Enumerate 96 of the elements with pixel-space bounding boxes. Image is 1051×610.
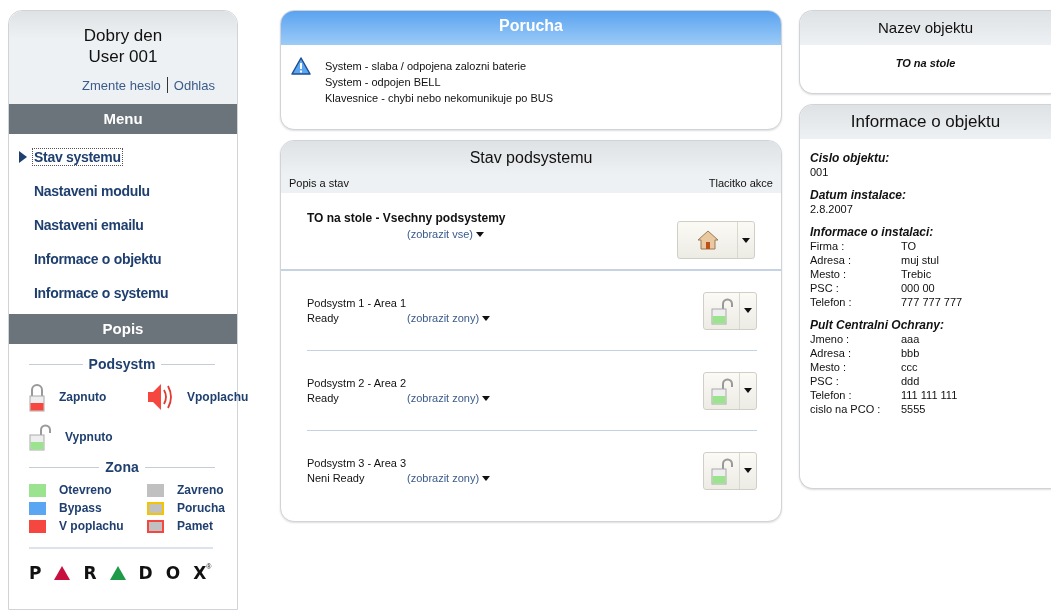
info-label: Firma : [810,239,846,253]
info-heading: Informace o instalaci: [810,225,935,239]
legend-header: Popis [9,314,237,344]
info-value: ccc [901,360,919,374]
arm-button[interactable] [703,451,757,490]
user-name: User 001 [88,46,158,67]
logo-letter: X [193,563,207,583]
legend-label: Vpoplachu [187,390,249,404]
info-value: bbb [901,346,921,360]
greeting-text: Dobry den [83,25,163,46]
info-value: 111 111 111 [901,388,959,402]
info-value: 777 777 777 [901,295,964,309]
object-name: TO na stole [894,56,957,69]
info-value: ddd [901,374,921,388]
open-padlock-icon [710,376,733,405]
subsystem-status: Ready [307,392,340,404]
show-zones-link[interactable]: (zobrazit zony) [407,392,491,404]
caret-icon [476,231,485,237]
show-zones-link[interactable]: (zobrazit zony) [407,472,491,484]
info-value: TO [901,239,918,253]
menu-item[interactable]: Informace o objektu [33,251,163,267]
column-header: Popis a stav [289,177,349,189]
object-name-title: Nazev objektu [800,11,1051,45]
arm-button[interactable] [703,371,757,410]
info-label: cislo na PCO : [810,402,882,416]
info-heading: Datum instalace: [810,188,908,202]
info-value: aaa [901,332,921,346]
trouble-message: Klavesnice - chybi nebo nekomunikuje po BUS [325,91,554,106]
open-padlock-icon [710,456,733,485]
open-padlock-icon [29,422,51,451]
info-value: 000 00 [901,281,936,295]
arm-button[interactable] [703,291,757,330]
legend-label: Porucha [177,501,225,515]
padlock-icon [29,382,45,412]
header-link[interactable]: Odhlas [173,77,215,93]
menu-item[interactable]: Nastaveni modulu [33,183,151,199]
caret-icon [744,308,752,313]
menu-item[interactable]: Informace o systemu [33,285,170,301]
subsystem-name: Podsystm 2 - Area 2 [307,377,408,389]
info-label: Telefon : [810,388,853,402]
show-zones-link[interactable]: (zobrazit zony) [407,312,491,324]
info-label: Adresa : [810,346,852,360]
header-link[interactable]: Zmente heslo [82,77,161,93]
menu-header: Menu [9,104,237,134]
trouble-message: System - odpojen BELL [325,75,442,90]
caret-icon [744,388,752,393]
legend-label: Bypass [59,501,102,515]
warning-icon [291,57,311,75]
caret-icon [482,315,491,321]
subsystem-status: Ready [307,312,340,324]
legend-label: Zapnuto [59,390,107,404]
subsystem-status: Neni Ready [307,472,366,484]
subsystem-title: Stav podsystemu [281,141,781,175]
trouble-title: Porucha [281,11,781,45]
info-value: 001 [810,165,830,179]
caret-icon [482,475,491,481]
menu-item[interactable]: Nastaveni emailu [33,217,145,233]
legend-label: Zavreno [177,483,224,497]
info-label: Jmeno : [810,332,851,346]
info-label: PSC : [810,374,840,388]
legend-label: Vypnuto [65,429,113,444]
caret-icon [742,237,750,243]
logo-letter: O [165,563,181,583]
legend-label: Pamet [177,519,214,533]
caret-icon [744,468,752,473]
logo-letter: P [29,563,42,583]
legend-label: V poplachu [59,519,124,533]
info-value: 2.8.2007 [810,202,854,216]
legend-section-title: Podsystm [88,356,156,372]
house-icon [696,230,719,250]
menu-item[interactable]: Stav systemu [33,149,122,165]
subsystem-name: TO na stole - Vsechny podsystemy [307,211,506,225]
trouble-message: System - slaba / odpojena zalozni baterie [325,59,528,74]
action-button[interactable] [677,221,755,259]
column-header: Tlacitko akce [708,177,773,189]
subsystem-name: Podsystm 1 - Area 1 [307,297,408,309]
subsystem-name: Podsystm 3 - Area 3 [307,457,408,469]
object-info-title: Informace o objektu [800,105,1051,139]
info-label: Telefon : [810,295,853,309]
info-value: 5555 [901,402,927,416]
logo-letter: D [138,563,153,583]
speaker-icon [147,382,173,412]
info-label: Mesto : [810,267,848,281]
info-label: Mesto : [810,360,848,374]
info-label: PSC : [810,281,840,295]
logo-letter: R [83,563,97,583]
info-heading: Cislo objektu: [810,151,891,165]
open-padlock-icon [710,296,733,325]
info-heading: Pult Centralni Ochrany: [810,318,946,332]
caret-icon [482,395,491,401]
show-all-link[interactable]: (zobrazit vse) [407,228,485,240]
legend-label: Otevreno [59,483,112,497]
info-value: Trebic [901,267,933,281]
info-label: Adresa : [810,253,852,267]
legend-section-title: Zona [105,459,139,475]
info-value: muj stul [901,253,940,267]
